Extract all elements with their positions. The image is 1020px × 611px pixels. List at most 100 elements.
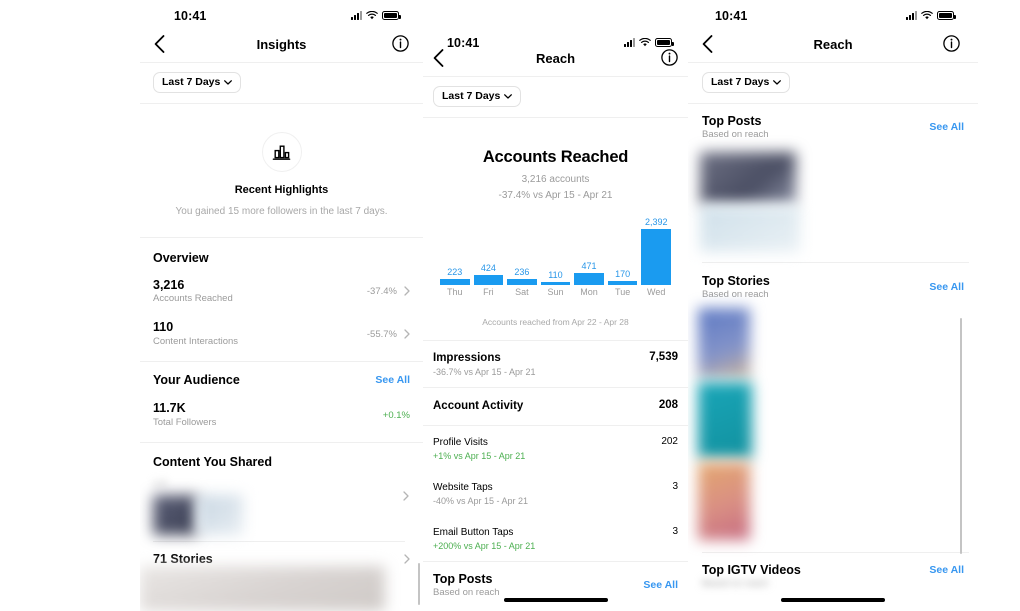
bar (507, 278, 537, 285)
overview-row-content-interactions[interactable]: 110 Content Interactions -55.7% (153, 320, 410, 361)
accounts-reached-title: Accounts Reached (482, 147, 629, 166)
bar-category-label: Thu (447, 286, 463, 297)
audience-row-total-followers[interactable]: 11.7K Total Followers +0.1% (153, 401, 410, 442)
bar-category-label: Mon (580, 286, 598, 297)
status-bar-time: 10:41 (174, 9, 207, 23)
post-thumbnail[interactable] (153, 495, 197, 536)
story-thumbnail[interactable] (698, 381, 752, 458)
see-all-top-stories-link[interactable]: See All (929, 281, 964, 293)
top-stories-subtitle: Based on reach (702, 288, 769, 300)
chevron-down-icon (504, 93, 513, 99)
metric-value: 3 (672, 526, 678, 538)
your-audience-section: Your Audience See All 11.7K Total Follow… (140, 362, 423, 442)
status-bar-time: 10:41 (715, 9, 748, 23)
stat-value: 3,216 (153, 277, 185, 292)
date-range-label: Last 7 Days (442, 90, 501, 102)
post-thumbnail[interactable] (700, 151, 796, 204)
metric-name: Account Activity (433, 400, 524, 413)
bar (440, 279, 470, 285)
see-all-top-igtv-link[interactable]: See All (929, 564, 964, 576)
vertical-scrollbar[interactable] (418, 563, 420, 605)
metric-row[interactable]: Email Button Taps +200% vs Apr 15 - Apr 2… (423, 516, 688, 561)
battery-icon (382, 11, 401, 20)
content-you-shared-title: Content You Shared (153, 455, 272, 470)
post-thumbnail[interactable] (700, 205, 800, 252)
status-bar-icons (351, 11, 401, 20)
top-posts-section-header[interactable]: Top Posts Based on reach See All (423, 562, 688, 598)
bar-category-label: Fri (483, 286, 494, 297)
reach-bar-chart: 223 Thu 424 Fri 236 Sat 110 Sun 471 Mon 170 Tue 2,39… (440, 217, 671, 297)
metric-comparison: -36.7% vs Apr 15 - Apr 21 (433, 367, 536, 378)
chevron-down-icon (224, 79, 233, 85)
metric-row[interactable]: Impressions -36.7% vs Apr 15 - Apr 21 7,53… (423, 341, 688, 388)
divider (153, 541, 405, 543)
content-row-stories[interactable]: 71 Stories (140, 552, 423, 566)
battery-icon (937, 11, 956, 20)
top-igtv-subtitle: Based on reach (702, 577, 769, 589)
metric-name: Profile Visits (433, 437, 488, 449)
date-range-label: Last 7 Days (711, 76, 770, 88)
info-circle-icon[interactable] (661, 49, 678, 66)
accounts-reached-comparison: -37.4% vs Apr 15 - Apr 21 (498, 189, 613, 201)
metric-row[interactable]: Profile Visits +1% vs Apr 15 - Apr 21 202 (423, 426, 688, 471)
stat-delta: -37.4% (366, 285, 397, 297)
vertical-scrollbar[interactable] (960, 318, 962, 554)
wifi-icon (366, 11, 378, 20)
info-circle-icon[interactable] (392, 35, 409, 52)
metric-value: 202 (661, 436, 678, 448)
bar-column[interactable]: 471 Mon (574, 262, 604, 296)
see-all-audience-link[interactable]: See All (375, 374, 410, 386)
stat-value: 110 (153, 320, 174, 335)
metric-comparison: +200% vs Apr 15 - Apr 21 (433, 541, 536, 552)
bar-value-label: 223 (447, 267, 463, 278)
story-thumbnail[interactable] (698, 461, 750, 540)
status-bar: 10:41 (423, 0, 688, 50)
metric-name: Website Taps (433, 482, 493, 494)
top-stories-thumbnails (688, 300, 978, 552)
bar-column[interactable]: 223 Thu (440, 268, 470, 296)
info-circle-icon[interactable] (943, 35, 960, 52)
stat-delta: +0.1% (382, 409, 410, 421)
metric-row[interactable]: Account Activity 208 (423, 388, 688, 425)
nav-bar: Reach (688, 30, 978, 62)
post-thumbnail[interactable] (197, 495, 243, 536)
bar-column[interactable]: 170 Tue (607, 269, 638, 297)
bar-column[interactable]: 236 Sat (507, 267, 537, 297)
see-all-top-posts-link[interactable]: See All (643, 579, 678, 591)
top-posts-section-header[interactable]: Top Posts Based on reach See All (688, 104, 978, 140)
home-indicator (503, 598, 608, 602)
overview-title: Overview (153, 250, 209, 265)
overview-row-accounts-reached[interactable]: 3,216 Accounts Reached -37.4% (153, 278, 410, 306)
chevron-right-icon (403, 491, 409, 502)
bar (574, 273, 604, 285)
story-thumbnail[interactable] (698, 307, 750, 378)
chevron-right-icon (404, 329, 410, 340)
bar-column[interactable]: 110 Sun (540, 270, 571, 297)
stat-label: Total Followers (153, 417, 217, 429)
wifi-icon (921, 11, 933, 20)
content-row-posts[interactable]: 2 P (140, 479, 423, 541)
top-posts-title: Top Posts (433, 572, 493, 587)
bar (540, 281, 571, 285)
phone-panel-insights: 10:41 Insights Last 7 Days Recent Highli… (140, 0, 423, 611)
nav-bar: Reach (423, 44, 688, 76)
bar-column[interactable]: 424 Fri (473, 263, 504, 297)
date-range-filter[interactable]: Last 7 Days (153, 72, 242, 93)
status-bar-icons (906, 11, 956, 20)
page-title: Reach (535, 51, 576, 66)
top-posts-thumbnails (688, 140, 978, 262)
metric-row[interactable]: Website Taps -40% vs Apr 15 - Apr 21 3 (423, 471, 688, 516)
stat-delta: -55.7% (366, 328, 397, 340)
date-range-label: Last 7 Days (162, 76, 221, 88)
date-range-filter[interactable]: Last 7 Days (433, 86, 522, 107)
bar-column[interactable]: 2,392 Wed (641, 217, 671, 297)
recent-highlights-title: Recent Highlights (234, 183, 329, 196)
top-igtv-section-header[interactable]: Top IGTV Videos See All Based on reach (688, 553, 978, 589)
story-thumbnail-strip[interactable] (140, 566, 385, 611)
date-range-filter[interactable]: Last 7 Days (702, 72, 791, 93)
chevron-down-icon (773, 79, 782, 85)
stat-value: 11.7K (153, 401, 186, 416)
see-all-top-posts-link[interactable]: See All (929, 121, 964, 133)
top-stories-section-header[interactable]: Top Stories Based on reach See All (688, 263, 978, 300)
screenshot-stage: 10:41 Insights Last 7 Days Recent Highli… (0, 0, 1020, 611)
